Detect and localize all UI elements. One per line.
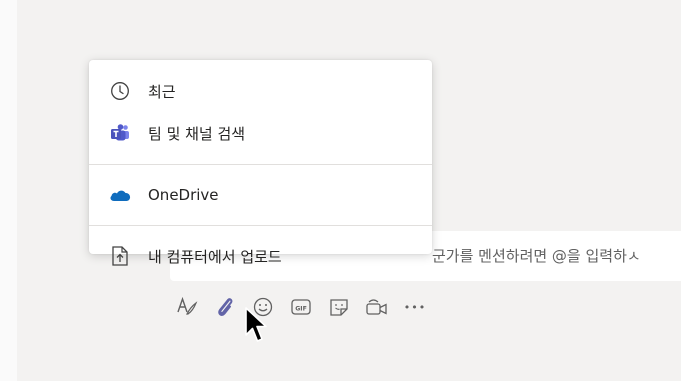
format-icon (176, 297, 198, 317)
attach-menu: 최근 팀 및 채널 검색 OneDrive 내 컴퓨터에서 업로드 (89, 60, 432, 266)
attach-button[interactable] (206, 292, 244, 322)
gif-button[interactable]: GIF (282, 292, 320, 322)
menu-item-label: OneDrive (148, 186, 219, 204)
sticker-button[interactable] (320, 292, 358, 322)
teams-icon (109, 122, 131, 144)
menu-item-teams-search[interactable]: 팀 및 채널 검색 (89, 116, 432, 150)
menu-item-label: 팀 및 채널 검색 (148, 124, 246, 143)
menu-item-recent[interactable]: 최근 (89, 74, 432, 108)
meet-now-button[interactable] (358, 292, 396, 322)
mouse-cursor-icon (244, 307, 270, 349)
menu-item-onedrive[interactable]: OneDrive (89, 178, 432, 212)
upload-file-icon (109, 245, 131, 267)
onedrive-cloud-icon (109, 184, 131, 206)
format-button[interactable] (168, 292, 206, 322)
menu-item-label: 최근 (148, 82, 176, 101)
clock-icon (109, 80, 131, 102)
menu-item-label: 내 컴퓨터에서 업로드 (148, 247, 282, 266)
sticker-icon (329, 297, 349, 317)
gif-icon: GIF (291, 298, 311, 316)
more-options-icon: ••• (403, 300, 427, 314)
compose-toolbar: GIF ••• (168, 292, 434, 322)
menu-divider (89, 164, 432, 165)
compose-placeholder: 군가를 멘션하려면 @을 입력하ㅅ (432, 247, 641, 265)
menu-divider (89, 225, 432, 226)
menu-item-upload[interactable]: 내 컴퓨터에서 업로드 (89, 239, 432, 273)
attach-icon (215, 296, 235, 318)
more-options-button[interactable]: ••• (396, 292, 434, 322)
svg-text:GIF: GIF (295, 305, 307, 312)
meet-now-icon (365, 297, 389, 317)
